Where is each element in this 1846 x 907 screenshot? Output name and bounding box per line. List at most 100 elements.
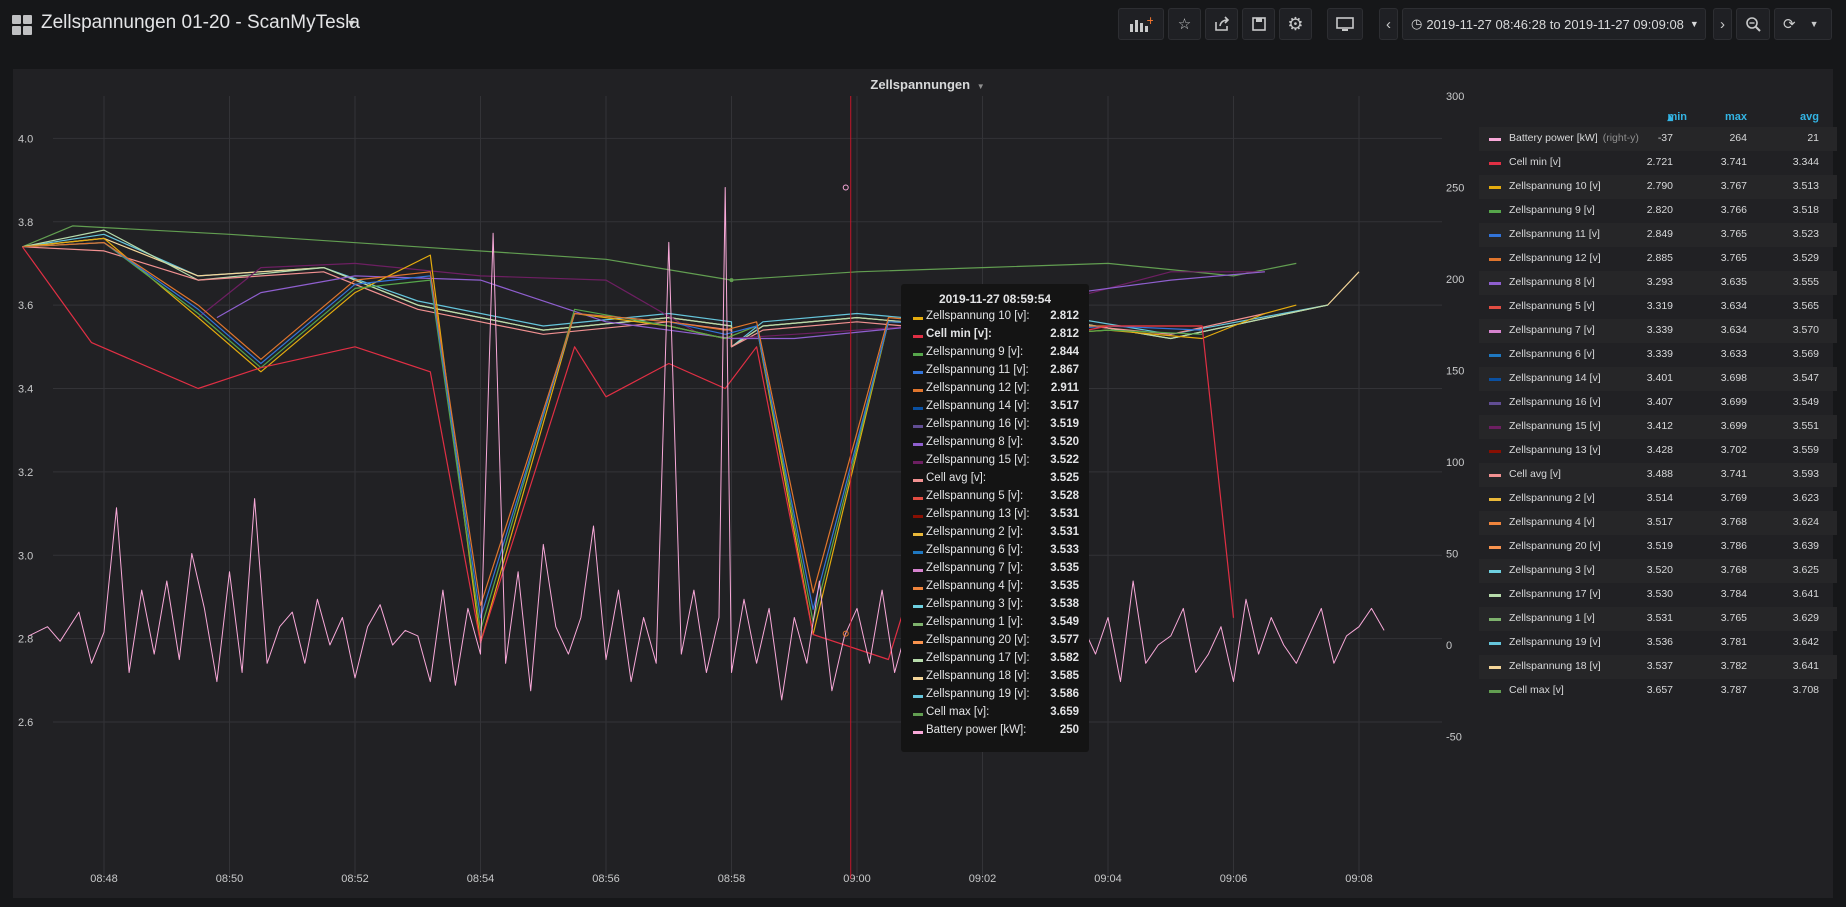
legend-color-swatch[interactable] — [1489, 402, 1501, 405]
legend-color-swatch[interactable] — [1489, 330, 1501, 333]
tooltip-series-name: Cell avg [v]: — [926, 472, 987, 484]
tooltip-series-name: Zellspannung 19 [v]: — [926, 688, 1030, 700]
tv-mode-button[interactable] — [1327, 8, 1363, 40]
legend-color-swatch[interactable] — [1489, 522, 1501, 525]
legend-series-name[interactable]: Zellspannung 1 [v] — [1509, 612, 1595, 624]
legend-row[interactable]: Zellspannung 4 [v] 3.517 3.768 3.624 — [1479, 511, 1837, 535]
legend-header-max[interactable]: max — [1697, 111, 1747, 123]
legend-row[interactable]: Zellspannung 18 [v] 3.537 3.782 3.641 — [1479, 655, 1837, 679]
legend-series-name[interactable]: Zellspannung 3 [v] — [1509, 564, 1595, 576]
legend-color-swatch[interactable] — [1489, 306, 1501, 309]
legend-row[interactable]: Zellspannung 9 [v] 2.820 3.766 3.518 — [1479, 199, 1837, 223]
legend-row[interactable]: Zellspannung 2 [v] 3.514 3.769 3.623 — [1479, 487, 1837, 511]
legend-color-swatch[interactable] — [1489, 210, 1501, 213]
legend-color-swatch[interactable] — [1489, 354, 1501, 357]
legend-row[interactable]: Zellspannung 10 [v] 2.790 3.767 3.513 — [1479, 175, 1837, 199]
dashboard-grid-icon[interactable] — [12, 15, 32, 35]
legend-color-swatch[interactable] — [1489, 426, 1501, 429]
save-button[interactable] — [1242, 8, 1275, 40]
legend-series-name[interactable]: Zellspannung 5 [v] — [1509, 300, 1595, 312]
legend-series-name[interactable]: Zellspannung 4 [v] — [1509, 516, 1595, 528]
legend-color-swatch[interactable] — [1489, 186, 1501, 189]
legend-row[interactable]: Zellspannung 7 [v] 3.339 3.634 3.570 — [1479, 319, 1837, 343]
legend-series-name[interactable]: Zellspannung 16 [v] — [1509, 396, 1601, 408]
legend-color-swatch[interactable] — [1489, 666, 1501, 669]
star-button[interactable]: ☆ — [1168, 8, 1201, 40]
legend-color-swatch[interactable] — [1489, 618, 1501, 621]
legend-color-swatch[interactable] — [1489, 690, 1501, 693]
legend-color-swatch[interactable] — [1489, 162, 1501, 165]
legend-series-name[interactable]: Zellspannung 19 [v] — [1509, 636, 1601, 648]
legend-series-name[interactable]: Zellspannung 10 [v] — [1509, 180, 1601, 192]
series-line — [22, 237, 1297, 644]
legend-color-swatch[interactable] — [1489, 570, 1501, 573]
legend-row[interactable]: Zellspannung 8 [v] 3.293 3.635 3.555 — [1479, 271, 1837, 295]
add-panel-button[interactable]: + — [1118, 8, 1164, 40]
legend-row[interactable]: Zellspannung 14 [v] 3.401 3.698 3.547 — [1479, 367, 1837, 391]
legend-row[interactable]: Battery power [kW] (right-y) -37 264 21 — [1479, 127, 1837, 151]
legend-series-name[interactable]: Zellspannung 2 [v] — [1509, 492, 1595, 504]
share-icon — [1214, 16, 1229, 31]
legend-series-name[interactable]: Zellspannung 14 [v] — [1509, 372, 1601, 384]
legend-series-name[interactable]: Zellspannung 12 [v] — [1509, 252, 1601, 264]
tooltip-series-name: Zellspannung 13 [v]: — [926, 508, 1030, 520]
legend-color-swatch[interactable] — [1489, 258, 1501, 261]
legend-color-swatch[interactable] — [1489, 546, 1501, 549]
legend-series-name[interactable]: Zellspannung 20 [v] — [1509, 540, 1601, 552]
time-forward-button[interactable]: › — [1713, 8, 1732, 40]
tooltip-row: Zellspannung 4 [v]: 3.535 — [913, 580, 1083, 598]
legend-series-name[interactable]: Zellspannung 11 [v] — [1509, 228, 1600, 240]
legend-row[interactable]: Cell avg [v] 3.488 3.741 3.593 — [1479, 463, 1837, 487]
share-button[interactable] — [1205, 8, 1238, 40]
legend-series-name[interactable]: Zellspannung 6 [v] — [1509, 348, 1595, 360]
legend-color-swatch[interactable] — [1489, 138, 1501, 141]
tooltip-row: Zellspannung 8 [v]: 3.520 — [913, 436, 1083, 454]
time-back-button[interactable]: ‹ — [1379, 8, 1398, 40]
legend-series-name[interactable]: Battery power [kW] (right-y) — [1509, 132, 1639, 144]
legend-series-name[interactable]: Zellspannung 17 [v] — [1509, 588, 1601, 600]
legend-row[interactable]: Zellspannung 20 [v] 3.519 3.786 3.639 — [1479, 535, 1837, 559]
settings-button[interactable]: ⚙ — [1279, 8, 1312, 40]
line-chart[interactable]: 2.62.83.03.23.43.63.84.04.2-500501001502… — [13, 69, 1473, 898]
legend-color-swatch[interactable] — [1489, 498, 1501, 501]
legend-color-swatch[interactable] — [1489, 642, 1501, 645]
legend-row[interactable]: Zellspannung 15 [v] 3.412 3.699 3.551 — [1479, 415, 1837, 439]
legend-series-name[interactable]: Zellspannung 13 [v] — [1509, 444, 1601, 456]
time-range-picker[interactable]: ◷ 2019-11-27 08:46:28 to 2019-11-27 09:0… — [1402, 8, 1706, 40]
legend-row[interactable]: Zellspannung 19 [v] 3.536 3.781 3.642 — [1479, 631, 1837, 655]
legend-row[interactable]: Zellspannung 5 [v] 3.319 3.634 3.565 — [1479, 295, 1837, 319]
legend-series-name[interactable]: Zellspannung 18 [v] — [1509, 660, 1601, 672]
refresh-button[interactable]: ⟳ ▼ — [1774, 8, 1832, 40]
legend-row[interactable]: Zellspannung 16 [v] 3.407 3.699 3.549 — [1479, 391, 1837, 415]
chevron-down-icon[interactable]: ▼ — [346, 18, 357, 30]
legend-color-swatch[interactable] — [1489, 474, 1501, 477]
legend-row[interactable]: Zellspannung 11 [v] 2.849 3.765 3.523 — [1479, 223, 1837, 247]
legend-row[interactable]: Zellspannung 17 [v] 3.530 3.784 3.641 — [1479, 583, 1837, 607]
legend-header-avg[interactable]: avg — [1769, 111, 1819, 123]
legend-color-swatch[interactable] — [1489, 234, 1501, 237]
legend-row[interactable]: Cell max [v] 3.657 3.787 3.708 — [1479, 679, 1837, 703]
legend-color-swatch[interactable] — [1489, 594, 1501, 597]
legend-row[interactable]: Zellspannung 13 [v] 3.428 3.702 3.559 — [1479, 439, 1837, 463]
tooltip-row: Zellspannung 15 [v]: 3.522 — [913, 454, 1083, 472]
legend-color-swatch[interactable] — [1489, 378, 1501, 381]
legend-series-name[interactable]: Zellspannung 15 [v] — [1509, 420, 1601, 432]
dashboard-title[interactable]: Zellspannungen 01-20 - ScanMyTesla — [41, 12, 360, 34]
legend-series-name[interactable]: Cell min [v] — [1509, 156, 1561, 168]
legend-header-min[interactable]: min ▴ — [1623, 111, 1687, 124]
zoom-out-button[interactable] — [1736, 8, 1770, 40]
legend-row[interactable]: Zellspannung 1 [v] 3.531 3.765 3.629 — [1479, 607, 1837, 631]
legend-row[interactable]: Cell min [v] 2.721 3.741 3.344 — [1479, 151, 1837, 175]
legend-row[interactable]: Zellspannung 12 [v] 2.885 3.765 3.529 — [1479, 247, 1837, 271]
legend-row[interactable]: Zellspannung 3 [v] 3.520 3.768 3.625 — [1479, 559, 1837, 583]
legend-series-name[interactable]: Zellspannung 9 [v] — [1509, 204, 1595, 216]
tooltip-series-name: Zellspannung 17 [v]: — [926, 652, 1030, 664]
legend-series-name[interactable]: Zellspannung 8 [v] — [1509, 276, 1595, 288]
legend-color-swatch[interactable] — [1489, 282, 1501, 285]
legend-series-name[interactable]: Zellspannung 7 [v] — [1509, 324, 1595, 336]
legend-row[interactable]: Zellspannung 6 [v] 3.339 3.633 3.569 — [1479, 343, 1837, 367]
tooltip-color-swatch — [913, 677, 923, 680]
legend-color-swatch[interactable] — [1489, 450, 1501, 453]
legend-series-name[interactable]: Cell max [v] — [1509, 684, 1564, 696]
legend-series-name[interactable]: Cell avg [v] — [1509, 468, 1561, 480]
